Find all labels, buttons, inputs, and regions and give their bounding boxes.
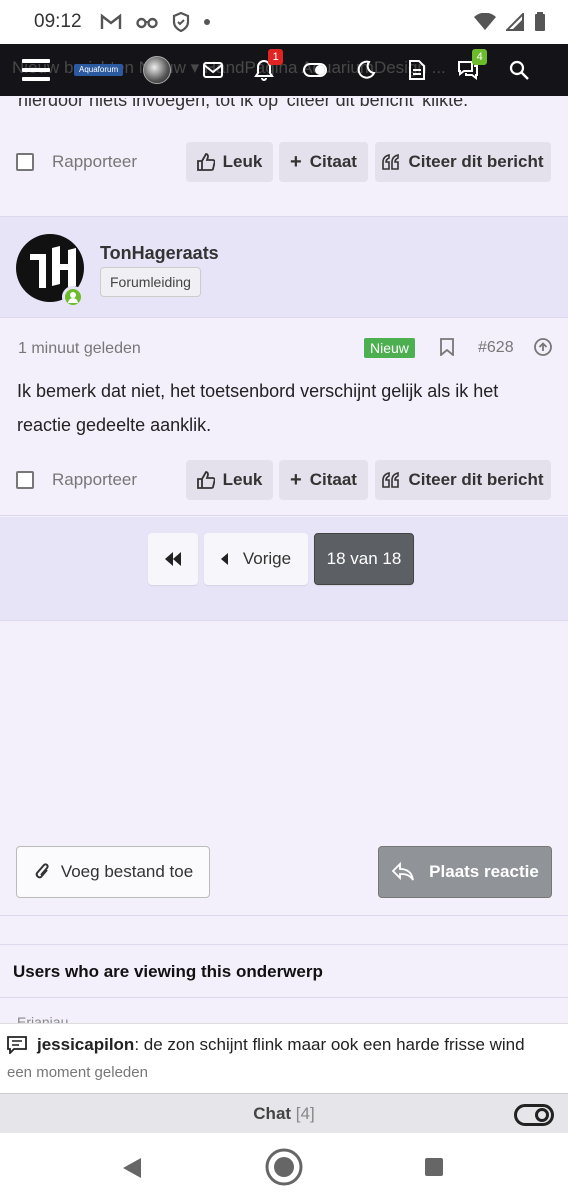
post-reply-label: Plaats reactie [429, 862, 539, 881]
thumbs-up-icon [196, 153, 215, 171]
notifications-bell-icon[interactable]: 1 [252, 49, 284, 82]
dot-icon [203, 19, 210, 25]
menu-icon[interactable] [22, 59, 50, 81]
quote-label: Citaat [309, 470, 357, 489]
chat-toggle[interactable] [514, 1104, 554, 1126]
quote-post-button[interactable]: Citeer dit bericht [375, 460, 551, 500]
document-icon[interactable] [405, 58, 429, 82]
like-button[interactable]: Leuk [186, 142, 273, 182]
previous-page-button[interactable]: Vorige [204, 533, 308, 585]
post-actions: Rapporteer Leuk + Citaat Citeer dit beri… [0, 460, 568, 500]
shoutbox-message: jessicapilon : de zon schijnt flink maar… [0, 1023, 568, 1093]
online-status-icon [62, 286, 84, 308]
quote-marks-icon [382, 472, 400, 488]
report-label: Rapporteer [52, 152, 138, 171]
report-checkbox[interactable]: Rapporteer [16, 470, 137, 490]
dark-mode-moon-icon[interactable] [354, 58, 378, 82]
post-time[interactable]: 1 minuut geleden [18, 340, 141, 358]
quote-post-label: Citeer dit bericht [408, 152, 544, 171]
chat-bar[interactable]: Chat [4] [0, 1093, 568, 1133]
chat-bubble-icon [7, 1036, 27, 1054]
pagination: Vorige 18 van 18 [0, 517, 568, 621]
viewers-title: Users who are viewing this onderwerp [13, 962, 323, 981]
author-name[interactable]: TonHageraats [100, 243, 219, 264]
reply-arrow-icon [391, 862, 415, 881]
previous-post-text: hierdoor niets invoegen, tot ik op 'cite… [18, 98, 469, 110]
back-icon[interactable] [121, 1157, 143, 1179]
paperclip-icon [35, 863, 49, 879]
status-bar: 09:12 [0, 0, 568, 44]
chat-title-row[interactable]: Chat [4] [0, 1104, 568, 1124]
wifi-icon [474, 13, 496, 30]
home-icon[interactable] [264, 1147, 304, 1187]
shield-icon [172, 12, 189, 32]
user-avatar[interactable] [143, 56, 172, 84]
plus-icon: + [290, 468, 302, 491]
shout-message: : de zon schijnt flink maar ook een hard… [134, 1035, 525, 1054]
quote-button[interactable]: + Citaat [279, 460, 368, 500]
quote-button[interactable]: + Citaat [279, 142, 368, 182]
chat-title: Chat [253, 1104, 292, 1123]
post-text: Ik bemerk dat niet, het toetsenbord vers… [17, 381, 499, 435]
quote-post-label: Citeer dit bericht [408, 470, 544, 489]
site-logo[interactable]: Aquaforum [74, 64, 124, 76]
inbox-icon[interactable] [201, 58, 225, 82]
previous-label: Vorige [242, 549, 292, 568]
author-role-badge: Forumleiding [100, 267, 201, 297]
notifications-badge: 1 [268, 49, 284, 65]
caret-left-icon [220, 553, 228, 565]
search-icon[interactable] [507, 58, 531, 82]
quote-post-button[interactable]: Citeer dit bericht [375, 142, 551, 182]
post-number[interactable]: #628 [478, 339, 514, 357]
previous-post-actions: Rapporteer Leuk + Citaat Citeer dit beri… [0, 142, 568, 182]
post-author-block: TonHageraats Forumleiding [0, 216, 568, 318]
like-button[interactable]: Leuk [186, 460, 273, 500]
shout-user[interactable]: jessicapilon [37, 1035, 134, 1055]
post-reply-button[interactable]: Plaats reactie [378, 846, 552, 898]
attach-label: Voeg bestand toe [60, 862, 194, 881]
attach-file-button[interactable]: Voeg bestand toe [16, 846, 210, 898]
viewers-section: Users who are viewing this onderwerp [0, 944, 568, 998]
chat-count: [4] [295, 1104, 315, 1123]
bookmark-icon[interactable] [440, 338, 454, 356]
conversations-badge: 4 [472, 49, 488, 65]
quote-label: Citaat [309, 152, 357, 171]
system-navigation-bar [0, 1133, 568, 1200]
signal-icon [506, 13, 524, 31]
new-badge: Nieuw [364, 338, 415, 358]
like-label: Leuk [222, 470, 263, 489]
checkbox-icon[interactable] [16, 153, 34, 171]
reply-area[interactable]: Voeg bestand toe Plaats reactie [0, 622, 568, 916]
conversations-icon[interactable]: 4 [456, 49, 488, 82]
plus-icon: + [290, 150, 302, 173]
gmail-icon [100, 13, 121, 29]
top-navigation: Nieuw berichten Nieuw ▾ HandPagina Aquar… [0, 44, 568, 96]
toggle-icon[interactable] [303, 58, 328, 82]
quote-marks-icon [382, 154, 400, 170]
thumbs-up-icon [196, 471, 215, 489]
scroll-up-icon[interactable] [534, 338, 552, 356]
battery-icon [535, 12, 545, 31]
report-checkbox[interactable]: Rapporteer [16, 152, 137, 172]
like-label: Leuk [222, 152, 263, 171]
shout-time: een moment geleden [7, 1064, 148, 1081]
current-page: 18 van 18 [314, 533, 414, 585]
checkbox-icon[interactable] [16, 471, 34, 489]
recents-icon[interactable] [424, 1157, 444, 1177]
status-time: 09:12 [34, 11, 82, 32]
incognito-icon [135, 17, 158, 29]
report-label: Rapporteer [52, 470, 138, 489]
double-chevron-left-icon [165, 552, 181, 566]
first-page-button[interactable] [148, 533, 198, 585]
